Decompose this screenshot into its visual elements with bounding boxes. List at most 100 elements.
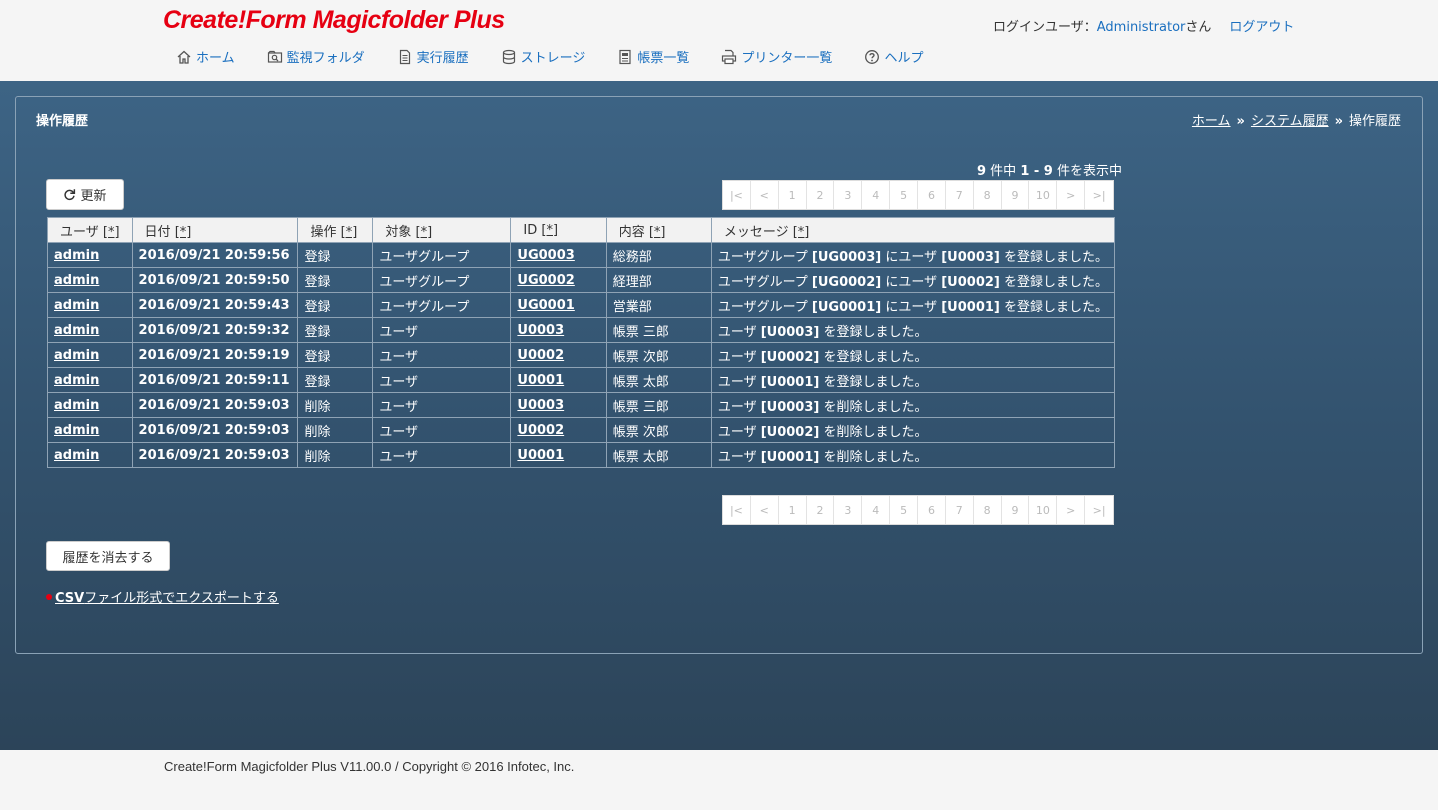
- message-id: [U0003]: [760, 399, 820, 415]
- cell-date: 2016/09/21 20:59:03: [131, 442, 299, 468]
- page-button[interactable]: 10: [1029, 496, 1058, 524]
- col-id-label: ID: [523, 222, 538, 238]
- csv-export-link[interactable]: CSVファイル形式でエクスポートする: [55, 587, 279, 606]
- sort-operation[interactable]: [*]: [341, 225, 358, 240]
- page-button[interactable]: 6: [918, 496, 946, 524]
- cell-id: UG0002: [510, 267, 607, 293]
- cell-content: 営業部: [605, 292, 712, 318]
- cell-date: 2016/09/21 20:59:19: [131, 342, 299, 368]
- page-button[interactable]: 9: [1002, 496, 1030, 524]
- id-link[interactable]: U0002: [517, 423, 564, 438]
- cell-message: ユーザグループ [UG0001] にユーザ [U0001] を登録しました。: [710, 292, 1116, 318]
- cell-date: 2016/09/21 20:59:50: [131, 267, 299, 293]
- nav-help[interactable]: ヘルプ: [864, 47, 923, 66]
- breadcrumb-home[interactable]: ホーム: [1192, 114, 1231, 129]
- login-user-suffix: さん: [1185, 20, 1212, 35]
- result-total: 9: [977, 164, 987, 179]
- breadcrumb-current: 操作履歴: [1348, 114, 1401, 129]
- message-text: ユーザ: [717, 324, 761, 340]
- sort-id[interactable]: [*]: [541, 223, 558, 238]
- user-link[interactable]: admin: [54, 323, 99, 338]
- col-content-label: 内容: [618, 224, 645, 240]
- page-button[interactable]: 10: [1029, 181, 1058, 209]
- page-button[interactable]: 4: [862, 181, 891, 209]
- message-text: ユーザ: [717, 374, 761, 390]
- page-button[interactable]: 3: [834, 496, 863, 524]
- cell-content: 帳票 次郎: [605, 417, 712, 443]
- page-button[interactable]: 3: [834, 181, 863, 209]
- page-button[interactable]: >|: [1085, 181, 1113, 209]
- refresh-button[interactable]: 更新: [46, 179, 124, 210]
- content-panel: 操作履歴 ホーム » システム履歴 » 操作履歴 9 件中 1 - 9 件を表示中 更新…: [15, 96, 1423, 654]
- cell-message: ユーザグループ [UG0002] にユーザ [U0002] を登録しました。: [710, 267, 1116, 293]
- id-link[interactable]: U0001: [517, 448, 564, 463]
- id-link[interactable]: U0003: [517, 323, 564, 338]
- nav-exec-history[interactable]: 実行履歴: [397, 47, 469, 66]
- nav-home[interactable]: ホーム: [176, 47, 235, 66]
- breadcrumb-system-history[interactable]: システム履歴: [1251, 114, 1329, 129]
- message-id: [UG0002]: [811, 274, 882, 290]
- id-link[interactable]: U0001: [517, 373, 564, 388]
- page-button[interactable]: >|: [1085, 496, 1113, 524]
- user-link[interactable]: admin: [54, 423, 99, 438]
- page-button[interactable]: <: [751, 181, 779, 209]
- nav-form-list[interactable]: 帳票一覧: [617, 47, 689, 66]
- cell-date: 2016/09/21 20:59:56: [131, 242, 299, 268]
- sort-user[interactable]: [*]: [103, 225, 120, 240]
- nav-watch-folder[interactable]: 監視フォルダ: [267, 47, 365, 66]
- breadcrumb: ホーム » システム履歴 » 操作履歴: [1192, 110, 1401, 129]
- page-button[interactable]: >: [1057, 496, 1086, 524]
- id-link[interactable]: U0002: [517, 348, 564, 363]
- message-user-id: [U0002]: [941, 274, 1000, 290]
- user-link[interactable]: admin: [54, 398, 99, 413]
- nav-printer-list[interactable]: プリンター一覧: [721, 47, 832, 66]
- user-link[interactable]: admin: [54, 348, 99, 363]
- logout-link[interactable]: ログアウト: [1229, 20, 1294, 35]
- page-button[interactable]: 6: [918, 181, 946, 209]
- page-button[interactable]: >: [1057, 181, 1086, 209]
- id-link[interactable]: UG0003: [517, 248, 574, 263]
- page-button[interactable]: 4: [862, 496, 891, 524]
- page-button[interactable]: 8: [974, 181, 1002, 209]
- user-link[interactable]: admin: [54, 373, 99, 388]
- page-button[interactable]: 5: [890, 496, 919, 524]
- id-link[interactable]: UG0001: [517, 298, 574, 313]
- clear-history-button[interactable]: 履歴を消去する: [46, 541, 170, 571]
- cell-id: U0001: [510, 442, 607, 468]
- cell-id: U0002: [510, 417, 607, 443]
- page-button[interactable]: 7: [946, 181, 974, 209]
- page-button[interactable]: 9: [1002, 181, 1030, 209]
- nav-storage[interactable]: ストレージ: [501, 47, 585, 66]
- user-link[interactable]: admin: [54, 298, 99, 313]
- sort-message[interactable]: [*]: [793, 225, 810, 240]
- page-button[interactable]: 2: [807, 496, 835, 524]
- page-button[interactable]: 1: [779, 496, 807, 524]
- id-link[interactable]: U0003: [517, 398, 564, 413]
- page-button[interactable]: <: [751, 496, 779, 524]
- col-content: 内容 [*]: [605, 217, 712, 243]
- user-link[interactable]: admin: [54, 273, 99, 288]
- message-text: を登録しました。: [999, 249, 1108, 265]
- cell-target: ユーザ: [372, 417, 512, 443]
- id-link[interactable]: UG0002: [517, 273, 574, 288]
- csv-export-text: ファイル形式でエクスポートする: [84, 591, 279, 606]
- sort-date[interactable]: [*]: [175, 225, 192, 240]
- page-button[interactable]: 1: [779, 181, 807, 209]
- page-button[interactable]: |<: [723, 496, 751, 524]
- nav-exec-history-label: 実行履歴: [416, 51, 469, 66]
- page-button[interactable]: 8: [974, 496, 1002, 524]
- cell-operation: 登録: [297, 342, 374, 368]
- history-table: ユーザ [*] 日付 [*] 操作 [*] 対象 [*] ID [*] 内容 […: [47, 217, 1116, 468]
- sort-content[interactable]: [*]: [649, 225, 666, 240]
- page-button[interactable]: 7: [946, 496, 974, 524]
- page-button[interactable]: |<: [723, 181, 751, 209]
- sort-target[interactable]: [*]: [416, 225, 433, 240]
- page-title: 操作履歴: [36, 114, 89, 129]
- cell-user: admin: [47, 342, 133, 368]
- cell-content: 帳票 三郎: [605, 317, 712, 343]
- user-link[interactable]: admin: [54, 248, 99, 263]
- user-link[interactable]: admin: [54, 448, 99, 463]
- cell-target: ユーザグループ: [372, 267, 512, 293]
- page-button[interactable]: 2: [807, 181, 835, 209]
- page-button[interactable]: 5: [890, 181, 919, 209]
